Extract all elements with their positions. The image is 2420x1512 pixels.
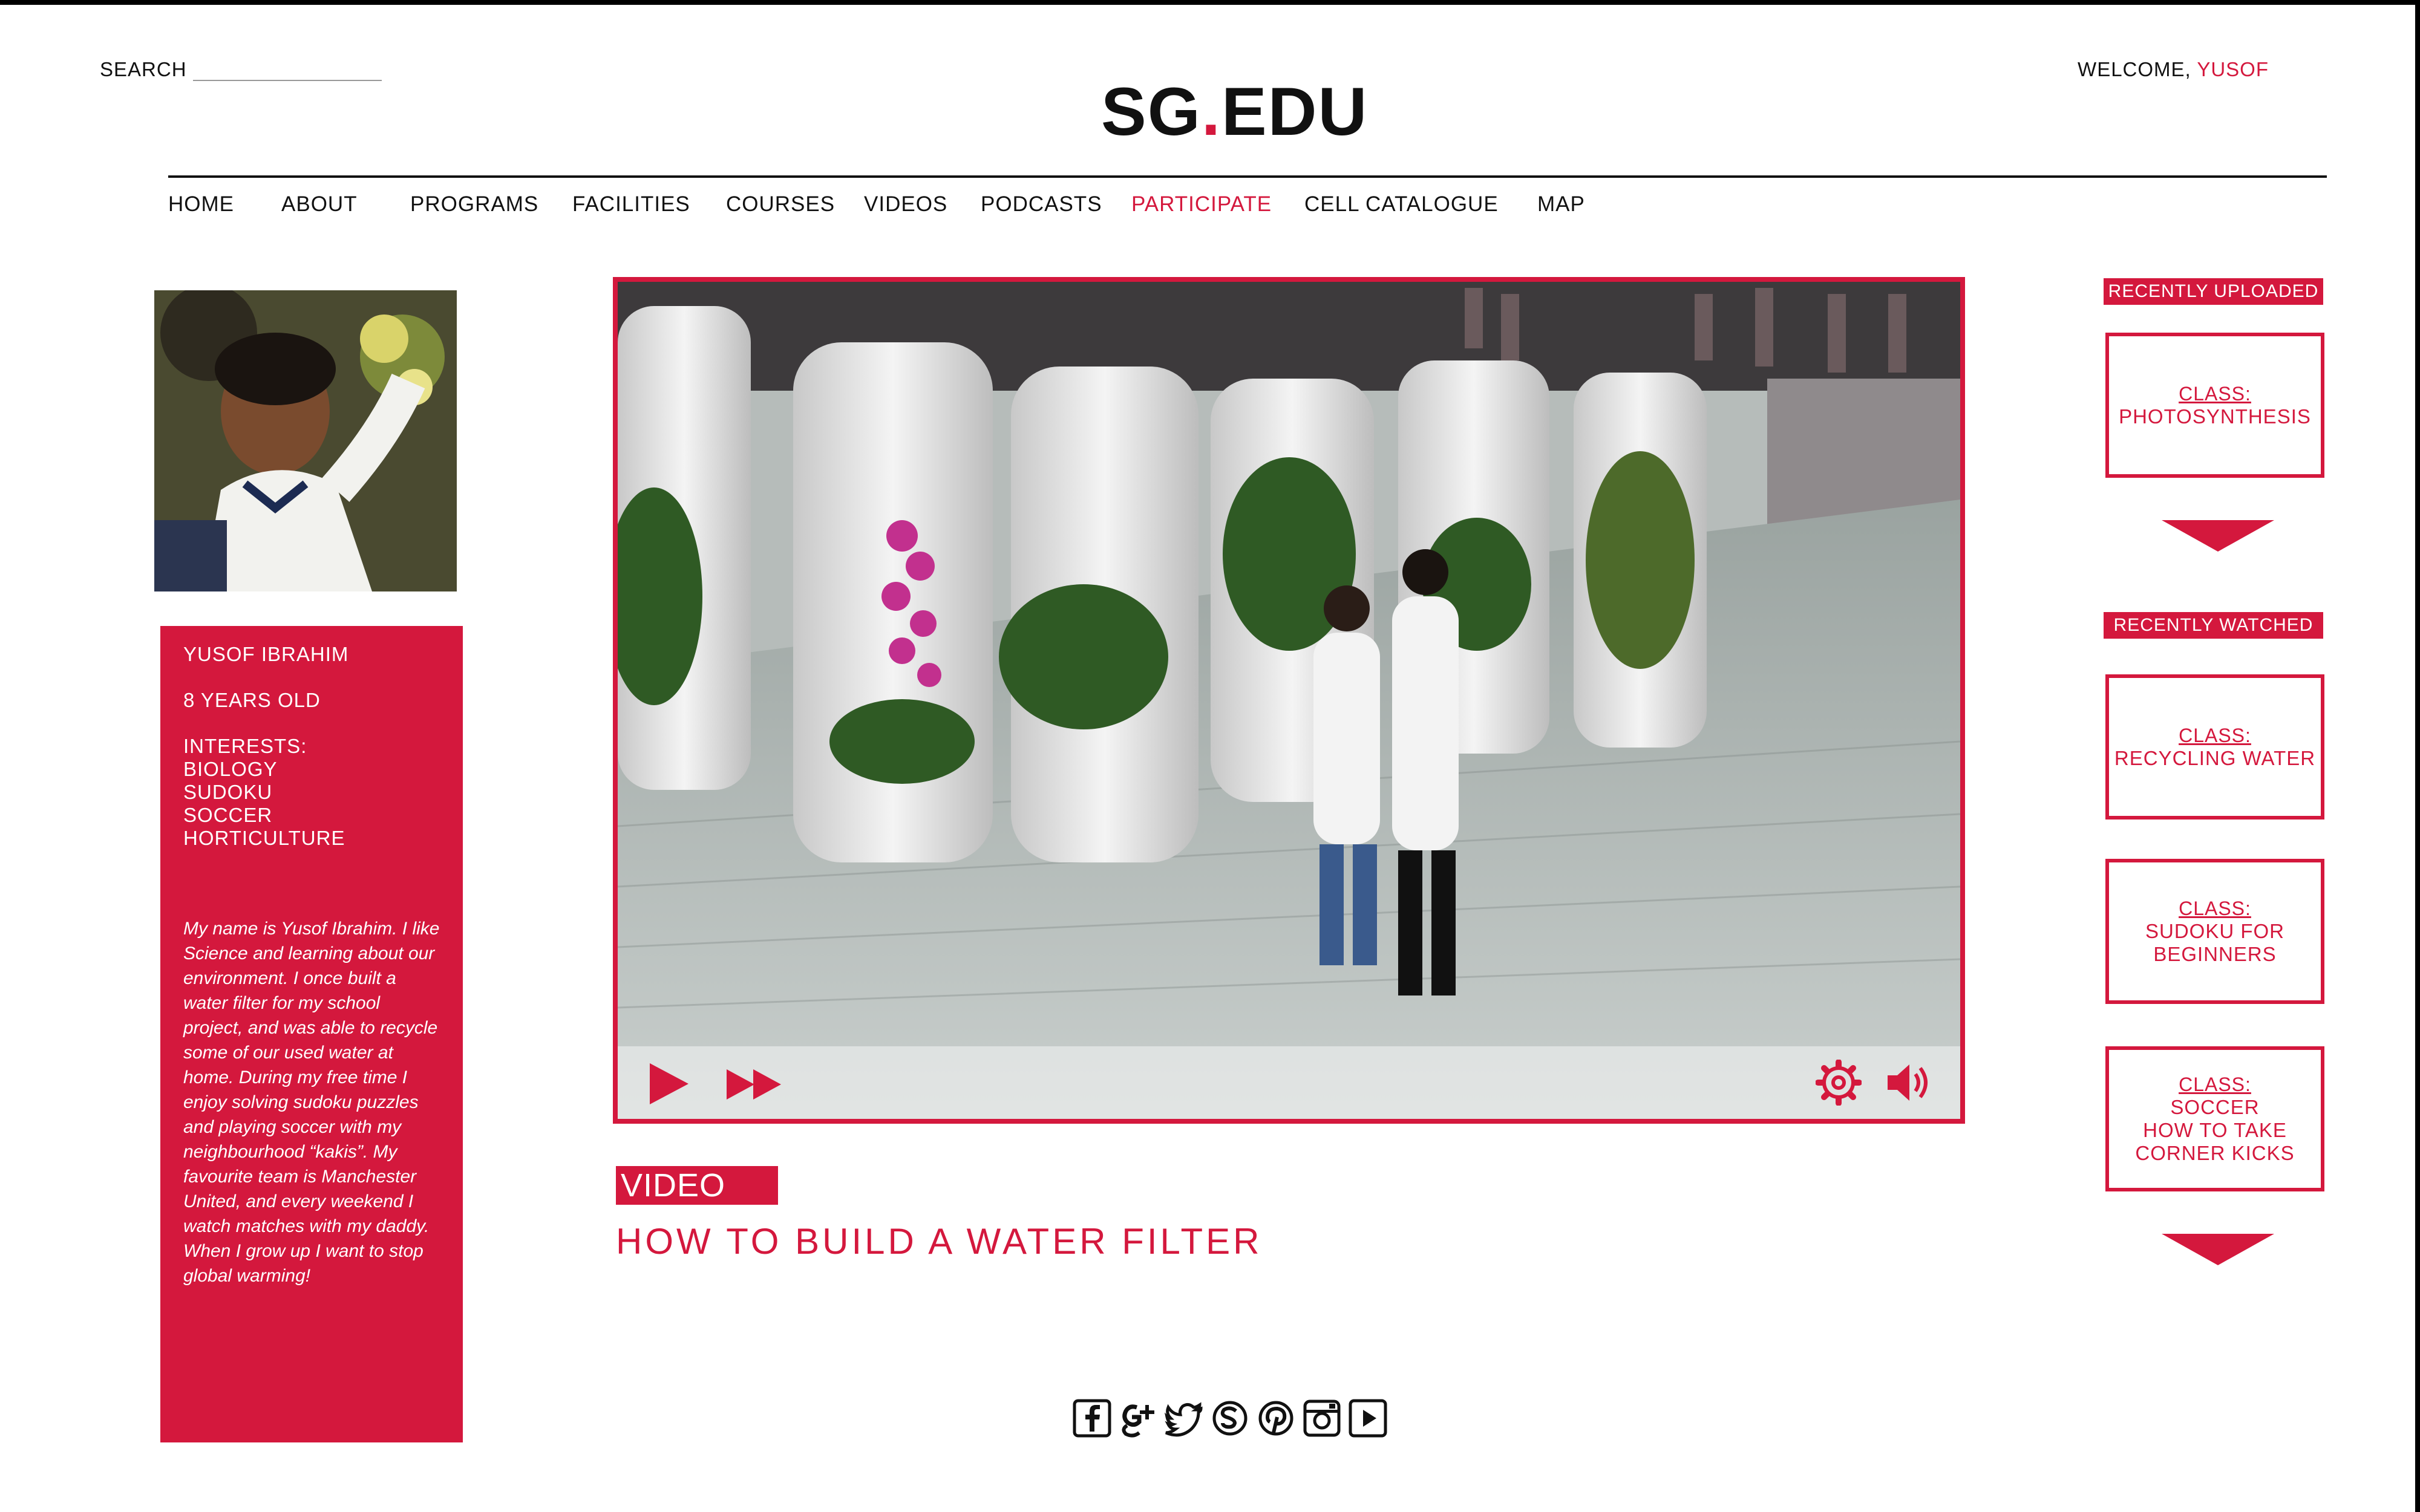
google-plus-icon[interactable] bbox=[1119, 1399, 1157, 1438]
twitter-icon[interactable] bbox=[1165, 1399, 1203, 1438]
window-right-border bbox=[2415, 0, 2420, 1512]
facebook-icon[interactable] bbox=[1073, 1399, 1111, 1438]
class-label: CLASS: bbox=[2179, 1074, 2251, 1095]
profile-name: YUSOF IBRAHIM bbox=[183, 643, 349, 665]
nav-item-participate[interactable]: PARTICIPATE bbox=[1131, 192, 1272, 217]
recently-watched-label: RECENTLY WATCHED bbox=[2104, 612, 2323, 639]
chevron-down-icon[interactable] bbox=[2162, 520, 2274, 552]
play-icon[interactable] bbox=[645, 1061, 691, 1107]
nav-divider bbox=[168, 175, 2327, 178]
logo-dot: . bbox=[1201, 74, 1221, 149]
profile-photo bbox=[154, 290, 457, 591]
window-top-border bbox=[0, 0, 2420, 5]
search-input[interactable] bbox=[192, 59, 382, 81]
uploaded-class-card[interactable]: CLASS: PHOTOSYNTHESIS bbox=[2105, 333, 2324, 478]
welcome-prefix: WELCOME, bbox=[2078, 58, 2197, 80]
nav-item-facilities[interactable]: FACILITIES bbox=[572, 192, 690, 217]
welcome-user-link[interactable]: YUSOF bbox=[2197, 58, 2269, 80]
class-title: BEGINNERS bbox=[2153, 943, 2277, 965]
watched-class-card[interactable]: CLASS: SUDOKU FOR BEGINNERS bbox=[2105, 859, 2324, 1004]
nav-item-map[interactable]: MAP bbox=[1537, 192, 1585, 217]
skype-icon[interactable] bbox=[1211, 1399, 1249, 1438]
watched-class-card[interactable]: CLASS: SOCCER HOW TO TAKE CORNER KICKS bbox=[2105, 1046, 2324, 1191]
nav-item-podcasts[interactable]: PODCASTS bbox=[981, 192, 1102, 217]
site-logo[interactable]: SG.EDU bbox=[1101, 73, 1367, 151]
video-player[interactable] bbox=[613, 277, 1965, 1124]
welcome-message: WELCOME, YUSOF bbox=[2078, 58, 2269, 81]
class-title: RECYCLING WATER bbox=[2114, 747, 2316, 769]
social-links bbox=[1073, 1399, 1387, 1441]
volume-icon[interactable] bbox=[1885, 1060, 1934, 1106]
nav-item-courses[interactable]: COURSES bbox=[726, 192, 835, 217]
video-controls bbox=[618, 1046, 1960, 1119]
nav-item-about[interactable]: ABOUT bbox=[281, 192, 358, 217]
class-label: CLASS: bbox=[2179, 383, 2251, 405]
nav-item-programs[interactable]: PROGRAMS bbox=[410, 192, 538, 217]
watched-class-card[interactable]: CLASS: RECYCLING WATER bbox=[2105, 674, 2324, 820]
video-title: HOW TO BUILD A WATER FILTER bbox=[616, 1221, 1263, 1262]
class-label: CLASS: bbox=[2179, 725, 2251, 746]
instagram-icon[interactable] bbox=[1303, 1399, 1341, 1438]
gear-icon[interactable] bbox=[1816, 1060, 1862, 1106]
search-label: SEARCH bbox=[100, 58, 187, 80]
youtube-icon[interactable] bbox=[1349, 1399, 1387, 1438]
class-title: HOW TO TAKE bbox=[2143, 1119, 2287, 1141]
profile-interest: HORTICULTURE bbox=[183, 827, 345, 849]
profile-interest: BIOLOGY bbox=[183, 758, 278, 780]
nav-item-cell-catalogue[interactable]: CELL CATALOGUE bbox=[1304, 192, 1499, 217]
class-title: SOCCER bbox=[2170, 1096, 2260, 1118]
pinterest-icon[interactable] bbox=[1257, 1399, 1295, 1438]
profile-interests-label: INTERESTS: bbox=[183, 735, 307, 757]
fast-forward-icon[interactable] bbox=[727, 1069, 782, 1100]
class-title: PHOTOSYNTHESIS bbox=[2119, 405, 2311, 428]
profile-panel: YUSOF IBRAHIM 8 YEARS OLD INTERESTS: BIO… bbox=[160, 626, 463, 1442]
video-frame-image bbox=[618, 282, 1960, 1119]
search-bar: SEARCH bbox=[100, 58, 382, 81]
profile-interest: SOCCER bbox=[183, 804, 273, 826]
class-title: SUDOKU FOR bbox=[2145, 920, 2284, 942]
profile-interest: SUDOKU bbox=[183, 781, 273, 803]
profile-age: 8 YEARS OLD bbox=[183, 689, 321, 711]
video-type-badge: VIDEO bbox=[616, 1166, 778, 1205]
logo-suffix: EDU bbox=[1221, 74, 1369, 149]
logo-main: SG bbox=[1101, 74, 1202, 149]
profile-bio: My name is Yusof Ibrahim. I like Science… bbox=[183, 919, 440, 1286]
nav-item-videos[interactable]: VIDEOS bbox=[864, 192, 947, 217]
recently-uploaded-label: RECENTLY UPLOADED bbox=[2104, 278, 2323, 305]
class-title: CORNER KICKS bbox=[2135, 1142, 2295, 1164]
chevron-down-icon[interactable] bbox=[2162, 1234, 2274, 1265]
class-label: CLASS: bbox=[2179, 898, 2251, 919]
nav-item-home[interactable]: HOME bbox=[168, 192, 234, 217]
